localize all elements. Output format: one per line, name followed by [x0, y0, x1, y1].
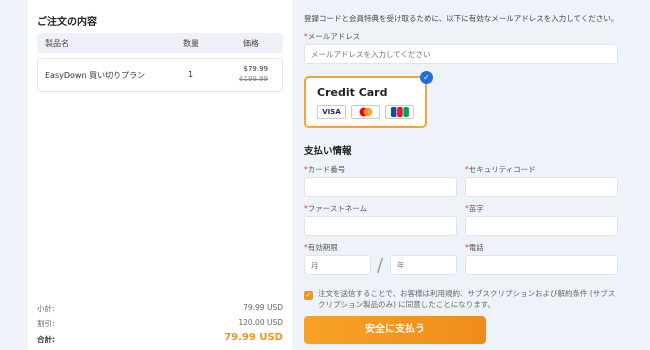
- discount-label: 割引:: [37, 319, 55, 328]
- payment-info-title: 支払い情報: [304, 146, 352, 157]
- email-label: *メールアドレス: [304, 32, 361, 41]
- card-number-label: *カード番号: [304, 165, 346, 174]
- phone-label: *電話: [465, 243, 484, 252]
- mastercard-icon: [351, 105, 380, 119]
- first-name-label: *ファーストネーム: [304, 204, 368, 213]
- product-price: $79.99: [243, 65, 269, 73]
- agreement-checkbox[interactable]: ✓: [304, 291, 313, 300]
- subtotal-row: 小計: 79.99 USD: [37, 303, 283, 314]
- email-notice: 登録コードと会員特典を受け取るために、以下に有効なメールアドレスを入力してくださ…: [304, 14, 619, 23]
- order-title: ご注文の内容: [37, 17, 97, 28]
- total-row: 合計: 79.99 USD: [37, 332, 283, 345]
- selected-check-icon: ✓: [420, 71, 433, 84]
- discount-value: 120.00 USD: [238, 318, 283, 327]
- jcb-icon: [385, 105, 414, 119]
- credit-card-option[interactable]: Credit Card VISA: [304, 76, 427, 128]
- card-number-input[interactable]: [304, 177, 457, 197]
- first-name-input[interactable]: [304, 216, 457, 236]
- credit-card-title: Credit Card: [317, 86, 388, 99]
- expiry-year-input[interactable]: [390, 255, 457, 275]
- phone-input[interactable]: [465, 255, 618, 275]
- security-code-input[interactable]: [465, 177, 618, 197]
- secure-pay-button[interactable]: 安全に支払う: [304, 316, 486, 344]
- email-input[interactable]: [304, 44, 618, 64]
- security-code-label: *セキュリティコード: [465, 165, 536, 174]
- agreement-text: 注文を送信することで、お客様は利用規約、サブスクリプションおよび解約条件 (サブ…: [318, 289, 616, 309]
- order-panel: ご注文の内容 製品名 数量 価格 EasyDown 買い切りプラン 1 $79.…: [28, 0, 292, 350]
- subtotal-value: 79.99 USD: [243, 303, 283, 312]
- expiry-divider: /: [377, 255, 384, 276]
- subtotal-label: 小計:: [37, 304, 55, 313]
- expiry-month-input[interactable]: [304, 255, 371, 275]
- column-quantity: 数量: [183, 39, 199, 48]
- expiry-label: *有効期限: [304, 243, 338, 252]
- order-table-header: 製品名 数量 価格: [37, 33, 283, 53]
- last-name-input[interactable]: [465, 216, 618, 236]
- order-row: EasyDown 買い切りプラン 1 $79.99 $199.99: [37, 58, 283, 92]
- total-value: 79.99 USD: [224, 332, 283, 343]
- product-quantity: 1: [188, 70, 194, 79]
- product-original-price: $199.99: [239, 75, 268, 83]
- column-product: 製品名: [45, 39, 69, 48]
- product-price-block: $79.99 $199.99: [239, 65, 268, 83]
- total-label: 合計:: [37, 335, 55, 344]
- visa-icon: VISA: [317, 105, 346, 119]
- product-name: EasyDown 買い切りプラン: [45, 71, 146, 80]
- discount-row: 割引: 120.00 USD: [37, 318, 283, 329]
- column-price: 価格: [243, 39, 259, 48]
- checkout-form: 登録コードと会員特典を受け取るために、以下に有効なメールアドレスを入力してくださ…: [304, 0, 620, 350]
- last-name-label: *苗字: [465, 204, 484, 213]
